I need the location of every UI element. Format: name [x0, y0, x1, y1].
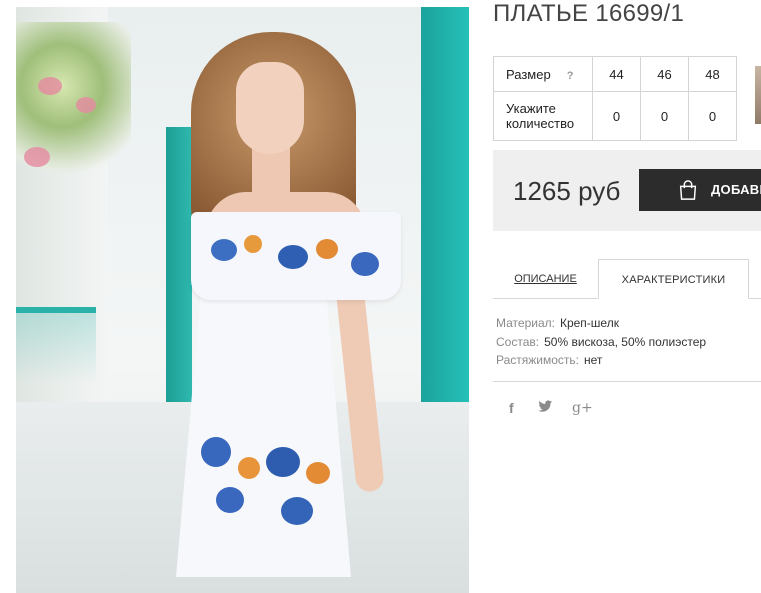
twitter-bird-icon [538, 400, 553, 412]
quantity-label: Укажите количество [493, 91, 593, 141]
size-48: 48 [688, 56, 737, 92]
photo-embroidery [281, 497, 313, 525]
photo-embroidery [266, 447, 300, 477]
photo-model-face [236, 62, 304, 154]
photo-embroidery [316, 239, 338, 259]
product-thumbnail[interactable] [755, 66, 761, 124]
photo-embroidery [278, 245, 308, 269]
size-quantity-table: Размер? 44 46 48 Укажите количество 0 0 … [493, 56, 737, 141]
product-title: ПЛАТЬЕ 16699/1 [493, 0, 685, 27]
photo-embroidery [211, 239, 237, 261]
photo-embroidery [216, 487, 244, 513]
photo-railing [16, 307, 96, 383]
shopping-bag-icon [679, 180, 697, 200]
photo-embroidery [244, 235, 262, 253]
google-plus-icon[interactable]: g+ [572, 400, 593, 416]
spec-stretch: Растяжимость: нет [496, 353, 603, 367]
quantity-input-44[interactable]: 0 [592, 91, 641, 141]
size-label: Размер [506, 66, 551, 82]
facebook-icon[interactable]: f [509, 400, 514, 416]
spec-material: Материал: Креп-шелк [496, 316, 619, 330]
size-44: 44 [592, 56, 641, 92]
quantity-row: Укажите количество 0 0 0 [493, 91, 737, 141]
divider [493, 381, 761, 382]
product-tabs: ОПИСАНИЕ ХАРАКТЕРИСТИКИ [493, 259, 761, 299]
quantity-input-48[interactable]: 0 [688, 91, 737, 141]
spec-composition: Состав: 50% вискоза, 50% полиэстер [496, 334, 707, 349]
photo-blossom [76, 97, 96, 113]
buy-box: 1265 руб ДОБАВИТ [493, 150, 761, 231]
twitter-icon[interactable] [538, 400, 553, 416]
photo-embroidery [201, 437, 231, 467]
photo-blossom [38, 77, 62, 95]
size-row: Размер? 44 46 48 [493, 56, 737, 92]
quantity-input-46[interactable]: 0 [640, 91, 689, 141]
size-46: 46 [640, 56, 689, 92]
product-price: 1265 руб [513, 176, 621, 206]
photo-dress [176, 277, 351, 577]
characteristics-list: Материал: Креп-шелк Состав: 50% вискоза, 5… [496, 314, 706, 370]
size-label-cell: Размер? [493, 56, 593, 92]
tab-characteristics[interactable]: ХАРАКТЕРИСТИКИ [598, 259, 749, 299]
photo-blossom [24, 147, 50, 167]
photo-door [166, 127, 192, 427]
photo-embroidery [351, 252, 379, 276]
tab-description[interactable]: ОПИСАНИЕ [493, 259, 598, 298]
photo-embroidery [238, 457, 260, 479]
add-to-cart-label: ДОБАВИТ [711, 182, 761, 197]
size-help-icon[interactable]: ? [567, 70, 574, 82]
add-to-cart-button[interactable]: ДОБАВИТ [639, 169, 761, 211]
product-photo[interactable] [16, 7, 469, 593]
photo-embroidery [306, 462, 330, 484]
